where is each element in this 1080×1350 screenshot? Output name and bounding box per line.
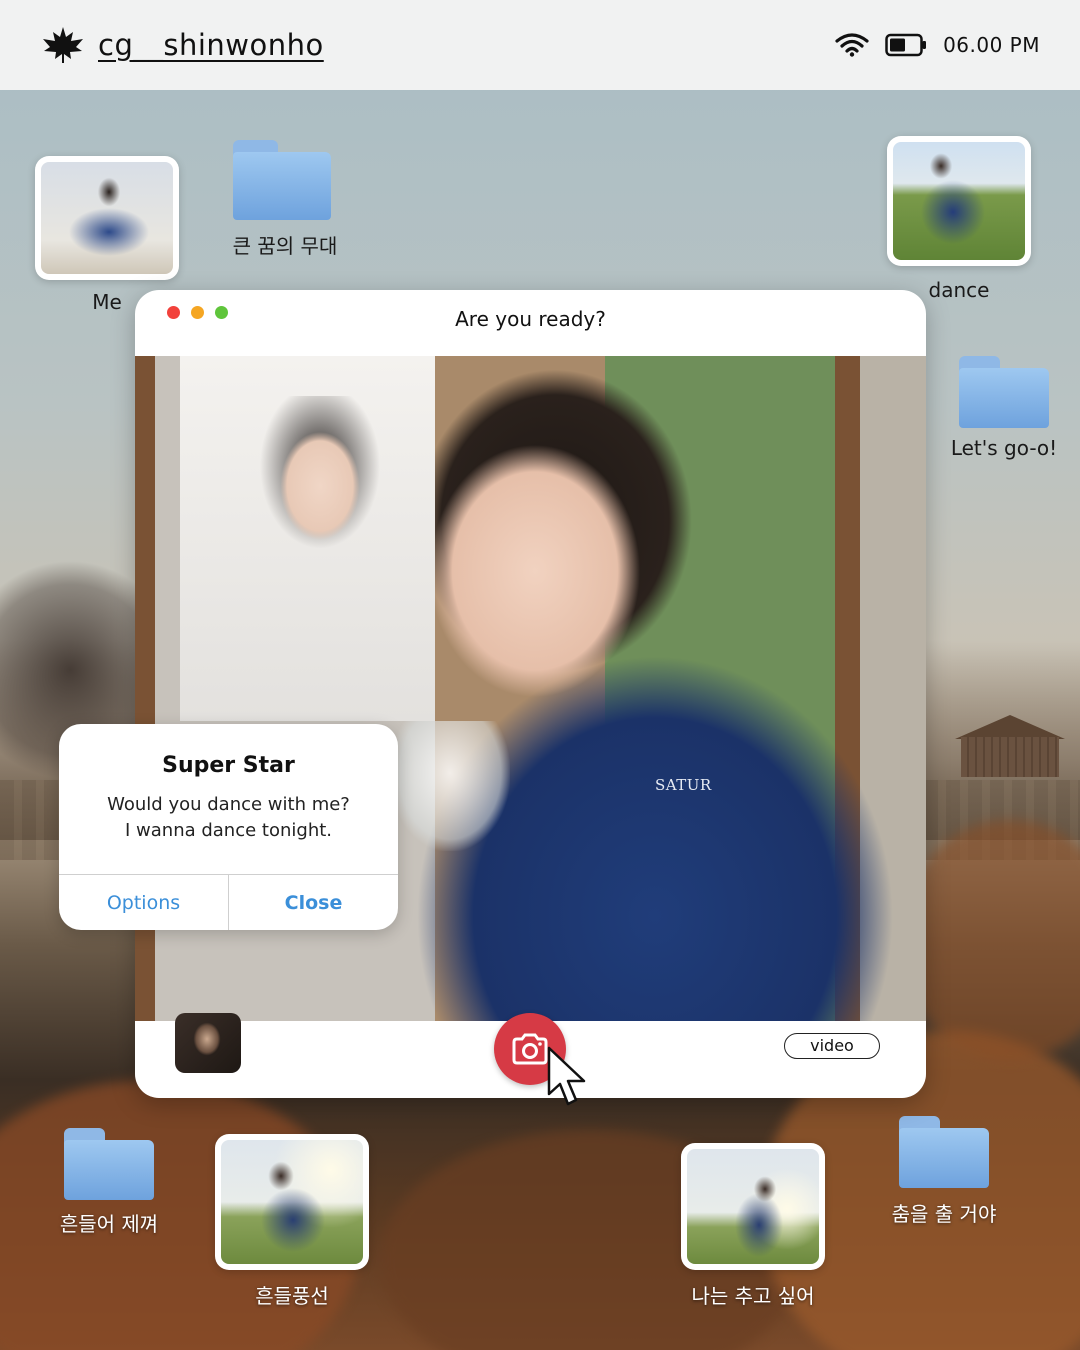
background-poster	[180, 356, 435, 721]
dialog-actions: Options Close	[59, 874, 398, 930]
shot-glass	[390, 721, 510, 851]
folder-icon	[64, 1128, 154, 1200]
username-link[interactable]: cg__shinwonho	[98, 28, 324, 62]
camera-window: Are you ready? SATUR video	[135, 290, 926, 1098]
video-mode-button[interactable]: video	[784, 1033, 880, 1059]
mouse-pointer-icon	[547, 1046, 586, 1106]
desktop-label: 춤을 출 거야	[891, 1202, 997, 1226]
desktop-folder-big-dream[interactable]: 큰 꿈의 무대	[225, 140, 345, 259]
clock-time: 06.00 PM	[943, 33, 1040, 57]
desktop-label: 나는 추고 싶어	[691, 1284, 815, 1308]
desktop-label: 흔들풍선	[255, 1284, 329, 1308]
photo-thumbnail	[215, 1134, 369, 1270]
status-indicators: 06.00 PM	[835, 33, 1040, 57]
folder-icon	[899, 1116, 989, 1188]
desktop-label: 흔들어 제껴	[59, 1212, 159, 1236]
battery-icon	[885, 33, 927, 57]
desktop-label: Let's go-o!	[950, 436, 1058, 460]
status-bar: cg__shinwonho 06.00 PM	[0, 0, 1080, 90]
window-title: Are you ready?	[455, 307, 606, 331]
gallery-thumbnail[interactable]	[175, 1013, 241, 1073]
dialog-message-line: I wanna dance tonight.	[125, 820, 332, 841]
window-title-bar[interactable]: Are you ready?	[135, 290, 926, 356]
dialog-message-line: Would you dance with me?	[107, 794, 350, 815]
wifi-icon	[835, 33, 869, 57]
folder-icon	[233, 140, 331, 220]
desktop-photo-balloon[interactable]: 흔들풍선	[215, 1134, 369, 1309]
folder-icon	[959, 356, 1049, 428]
photo-thumbnail	[681, 1143, 825, 1270]
dialog-message: Would you dance with me? I wanna dance t…	[59, 792, 398, 844]
desktop-folder-gonna-dance[interactable]: 춤을 출 거야	[882, 1116, 1006, 1227]
alert-dialog: Super Star Would you dance with me? I wa…	[59, 724, 398, 930]
close-button[interactable]: Close	[228, 875, 398, 930]
desktop-photo-want-dance[interactable]: 나는 추고 싶어	[681, 1143, 825, 1309]
desktop-photo-dance[interactable]: dance	[887, 136, 1031, 302]
desktop-label: 큰 꿈의 무대	[232, 234, 338, 258]
camera-icon	[512, 1033, 548, 1065]
options-button[interactable]: Options	[59, 875, 228, 930]
desktop-folder-shake[interactable]: 흔들어 제껴	[55, 1128, 163, 1237]
desktop-folder-lets-go[interactable]: Let's go-o!	[950, 356, 1058, 460]
maple-leaf-icon	[43, 27, 83, 63]
wallpaper-barn	[955, 715, 1065, 777]
photo-thumbnail	[35, 156, 179, 280]
photo-thumbnail	[887, 136, 1031, 266]
dialog-title: Super Star	[162, 753, 295, 778]
jacket-logo-text: SATUR	[655, 776, 712, 794]
